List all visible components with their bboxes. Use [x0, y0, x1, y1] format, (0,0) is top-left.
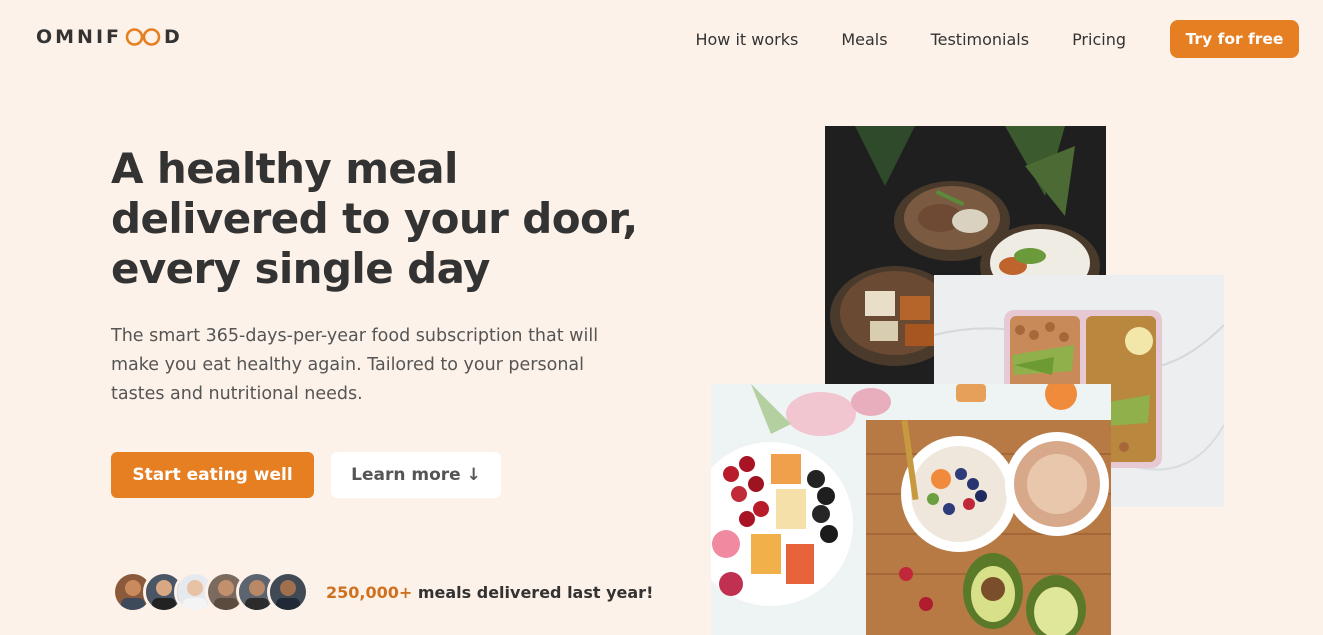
nav-link-testimonials[interactable]: Testimonials — [931, 30, 1030, 49]
main-nav: How it works Meals Testimonials Pricing … — [695, 20, 1299, 58]
breakfast-table-image — [711, 384, 1111, 635]
delivered-meals: 250,000+ meals delivered last year! — [112, 571, 653, 613]
customer-avatar — [267, 571, 309, 613]
page: OMNIF D How it works Meals Testimonials … — [0, 0, 1323, 635]
omnifood-logo[interactable]: OMNIF D — [36, 26, 183, 48]
nav-link-how-it-works[interactable]: How it works — [695, 30, 798, 49]
logo-text-suffix: D — [164, 26, 183, 48]
customer-avatars — [112, 571, 309, 613]
site-header: OMNIF D How it works Meals Testimonials … — [0, 0, 1323, 78]
learn-more-button[interactable]: Learn more ↓ — [331, 452, 501, 498]
delivered-label: meals delivered last year! — [412, 582, 654, 602]
delivered-text: 250,000+ meals delivered last year! — [326, 583, 653, 602]
hero-description: The smart 365-days-per-year food subscri… — [111, 326, 599, 404]
start-eating-well-button[interactable]: Start eating well — [111, 452, 314, 498]
nav-link-meals[interactable]: Meals — [841, 30, 887, 49]
infinity-logo-icon — [125, 27, 161, 47]
delivered-count: 250,000+ — [326, 582, 413, 602]
try-for-free-button[interactable]: Try for free — [1170, 20, 1299, 58]
logo-text-prefix: OMNIF — [36, 26, 123, 48]
nav-link-pricing[interactable]: Pricing — [1072, 30, 1126, 49]
hero-title: A healthy meal delivered to your door, e… — [111, 144, 638, 293]
